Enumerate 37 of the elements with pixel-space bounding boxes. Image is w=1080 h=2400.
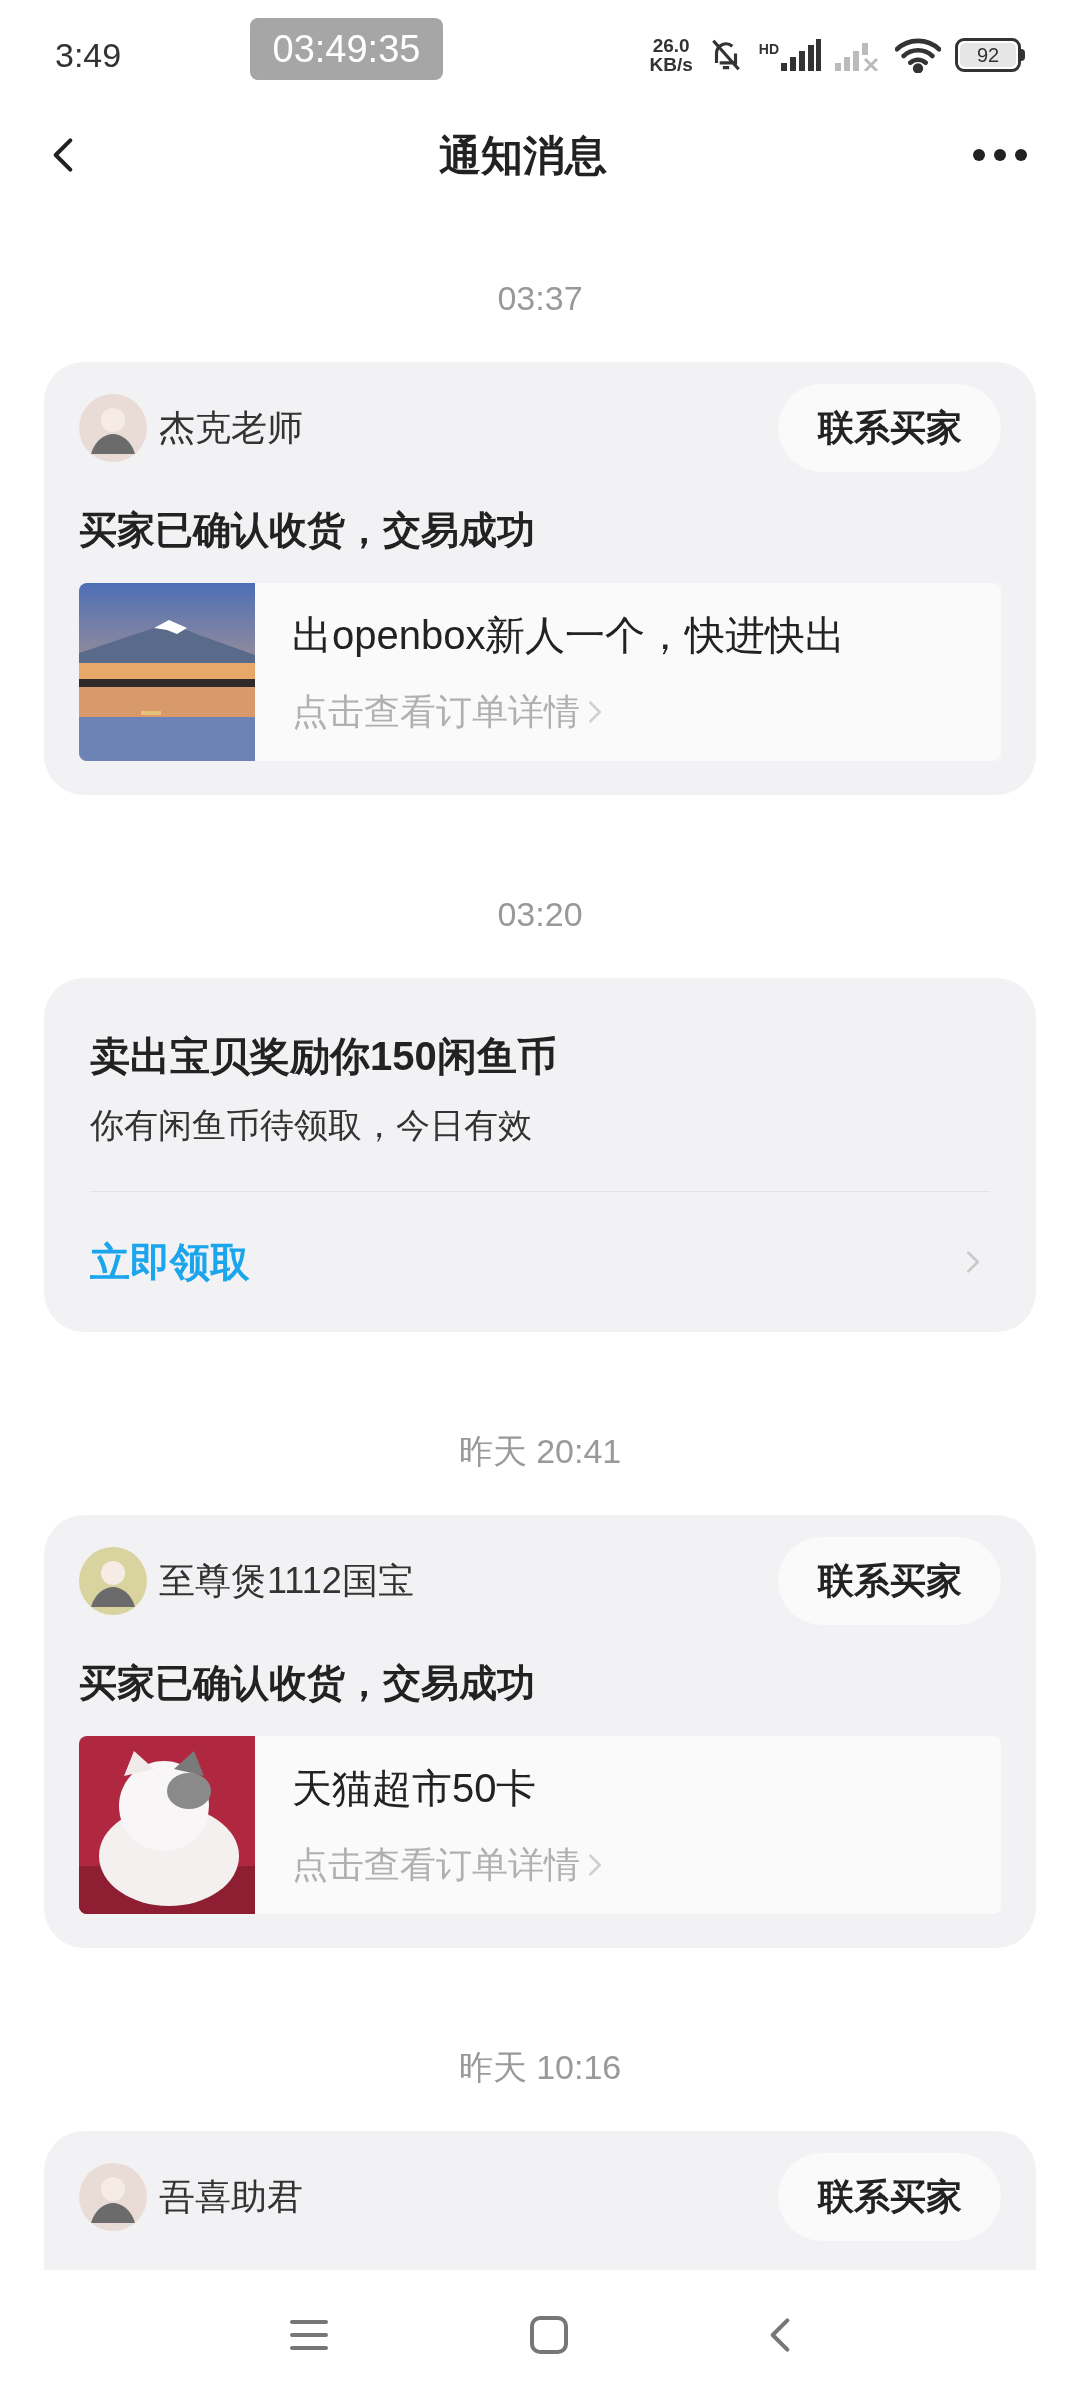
menu-icon[interactable] — [289, 2318, 329, 2352]
product-title: 出openbox新人一个，快进快出 — [292, 612, 846, 659]
contact-buyer-button[interactable]: 联系买家 — [778, 2153, 1001, 2241]
message-time: 03:20 — [497, 894, 583, 935]
contact-buyer-button[interactable]: 联系买家 — [778, 1537, 1001, 1625]
recorder-time: 03:49:35 — [250, 18, 443, 80]
signal-icon — [781, 39, 821, 71]
message-title: 买家已确认收货，交易成功 — [79, 1661, 536, 1706]
avatar-icon — [79, 1547, 147, 1615]
wifi-icon — [895, 37, 941, 73]
network-speed: 26.0 KB/s — [649, 36, 693, 74]
chevron-right-icon — [966, 1249, 980, 1275]
avatar-icon — [79, 394, 147, 462]
user-name[interactable]: 至尊煲1112国宝 — [159, 1554, 414, 1608]
avatar-icon — [79, 2163, 147, 2231]
chevron-right-icon — [588, 700, 602, 724]
message-title: 买家已确认收货，交易成功 — [79, 508, 536, 553]
product-row[interactable]: 天猫超市50卡 点击查看订单详情 — [79, 1736, 1001, 1914]
user-name[interactable]: 杰克老师 — [159, 401, 303, 455]
chevron-right-icon — [588, 1853, 602, 1877]
message-subtitle: 你有闲鱼币待领取，今日有效 — [90, 1105, 533, 1146]
status-time: 3:49 — [55, 34, 122, 76]
back-icon — [769, 2315, 791, 2355]
contact-buyer-button[interactable]: 联系买家 — [778, 384, 1001, 472]
page-title: 通知消息 — [439, 130, 607, 181]
battery-indicator: 92 — [955, 38, 1025, 72]
product-row[interactable]: 出openbox新人一个，快进快出 点击查看订单详情 — [79, 583, 1001, 761]
back-icon — [52, 135, 74, 175]
message-time: 昨天 20:41 — [458, 1431, 622, 1472]
message-title: 卖出宝贝奖励你150闲鱼币 — [90, 1033, 558, 1080]
more-icon[interactable] — [972, 148, 1028, 162]
user-name[interactable]: 吾喜助君 — [159, 2170, 303, 2224]
product-title: 天猫超市50卡 — [292, 1765, 538, 1812]
message-time: 03:37 — [497, 278, 583, 319]
home-icon[interactable] — [529, 2315, 569, 2355]
message-time: 昨天 10:16 — [458, 2047, 622, 2088]
hd-label: HD — [758, 40, 779, 59]
